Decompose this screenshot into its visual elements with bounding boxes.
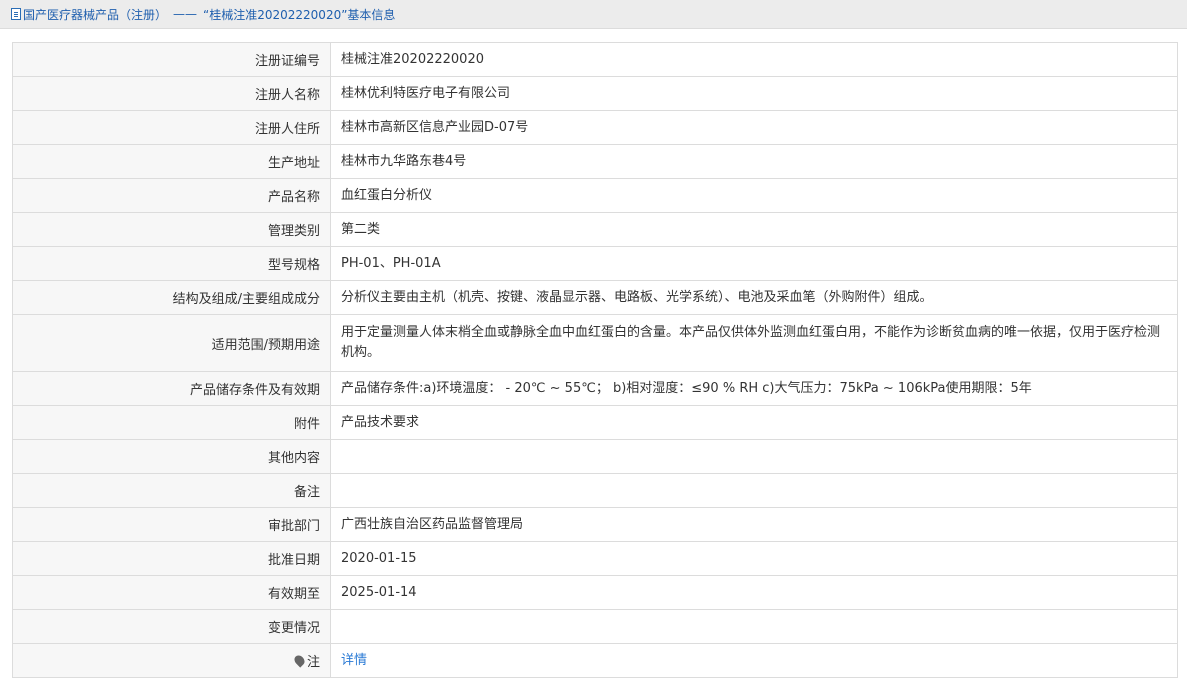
row-value: 桂林优利特医疗电子有限公司 <box>330 76 1178 111</box>
row-label: 注册人住所 <box>12 110 331 145</box>
row-value: PH-01、PH-01A <box>330 246 1178 281</box>
map-pin-icon <box>292 653 307 668</box>
row-value <box>330 609 1178 644</box>
document-icon <box>11 8 21 20</box>
breadcrumb-separator: —— <box>173 7 198 21</box>
row-label: 生产地址 <box>12 144 331 179</box>
table-row: 结构及组成/主要组成成分 分析仪主要由主机（机壳、按键、液晶显示器、电路板、光学系… <box>12 280 1178 315</box>
table-row: 注 详情 <box>12 643 1178 678</box>
note-label-cell: 注 <box>12 643 331 678</box>
table-row: 注册证编号 桂械注准20202220020 <box>12 42 1178 77</box>
row-label: 备注 <box>12 473 331 508</box>
table-row: 适用范围/预期用途 用于定量测量人体末梢全血或静脉全血中血红蛋白的含量。本产品仅供… <box>12 314 1178 372</box>
table-row: 有效期至 2025-01-14 <box>12 575 1178 610</box>
row-label: 变更情况 <box>12 609 331 644</box>
row-value: 产品储存条件:a)环境温度： - 20℃ ~ 55℃； b)相对湿度：≤90 %… <box>330 371 1178 406</box>
table-row: 其他内容 <box>12 439 1178 474</box>
note-label: 注 <box>292 651 320 670</box>
row-label: 结构及组成/主要组成成分 <box>12 280 331 315</box>
row-value: 桂械注准20202220020 <box>330 42 1178 77</box>
info-table: 注册证编号 桂械注准20202220020 注册人名称 桂林优利特医疗电子有限公司 … <box>12 42 1178 678</box>
breadcrumb-current: “桂械注准20202220020”基本信息 <box>203 7 396 22</box>
table-row: 管理类别 第二类 <box>12 212 1178 247</box>
row-label: 产品名称 <box>12 178 331 213</box>
row-label: 有效期至 <box>12 575 331 610</box>
row-value: 用于定量测量人体末梢全血或静脉全血中血红蛋白的含量。本产品仅供体外监测血红蛋白用… <box>330 314 1178 372</box>
table-row: 变更情况 <box>12 609 1178 644</box>
row-value: 产品技术要求 <box>330 405 1178 440</box>
table-row: 注册人名称 桂林优利特医疗电子有限公司 <box>12 76 1178 111</box>
row-label: 审批部门 <box>12 507 331 542</box>
breadcrumb: 国产医疗器械产品（注册） —— “桂械注准20202220020”基本信息 <box>0 0 1187 29</box>
table-row: 产品名称 血红蛋白分析仪 <box>12 178 1178 213</box>
table-row: 注册人住所 桂林市高新区信息产业园D-07号 <box>12 110 1178 145</box>
table-row: 批准日期 2020-01-15 <box>12 541 1178 576</box>
breadcrumb-section-link[interactable]: 国产医疗器械产品（注册） <box>23 6 167 23</box>
row-value <box>330 473 1178 508</box>
row-value: 桂林市九华路东巷4号 <box>330 144 1178 179</box>
row-value <box>330 439 1178 474</box>
row-label: 适用范围/预期用途 <box>12 314 331 372</box>
table-row: 型号规格 PH-01、PH-01A <box>12 246 1178 281</box>
row-value: 广西壮族自治区药品监督管理局 <box>330 507 1178 542</box>
row-label: 批准日期 <box>12 541 331 576</box>
row-value: 分析仪主要由主机（机壳、按键、液晶显示器、电路板、光学系统）、电池及采血笔（外购… <box>330 280 1178 315</box>
row-label: 型号规格 <box>12 246 331 281</box>
row-label: 产品储存条件及有效期 <box>12 371 331 406</box>
row-label: 注册证编号 <box>12 42 331 77</box>
row-value: 2025-01-14 <box>330 575 1178 610</box>
table-row: 产品储存条件及有效期 产品储存条件:a)环境温度： - 20℃ ~ 55℃； b)… <box>12 371 1178 406</box>
row-label: 管理类别 <box>12 212 331 247</box>
table-row: 备注 <box>12 473 1178 508</box>
row-label: 注册人名称 <box>12 76 331 111</box>
row-value: 桂林市高新区信息产业园D-07号 <box>330 110 1178 145</box>
note-label-text: 注 <box>306 655 320 670</box>
table-row: 附件 产品技术要求 <box>12 405 1178 440</box>
table-row: 审批部门 广西壮族自治区药品监督管理局 <box>12 507 1178 542</box>
table-row: 生产地址 桂林市九华路东巷4号 <box>12 144 1178 179</box>
note-value-cell: 详情 <box>330 643 1178 678</box>
row-label: 其他内容 <box>12 439 331 474</box>
details-link[interactable]: 详情 <box>341 653 367 668</box>
row-label: 附件 <box>12 405 331 440</box>
row-value: 血红蛋白分析仪 <box>330 178 1178 213</box>
row-value: 2020-01-15 <box>330 541 1178 576</box>
row-value: 第二类 <box>330 212 1178 247</box>
